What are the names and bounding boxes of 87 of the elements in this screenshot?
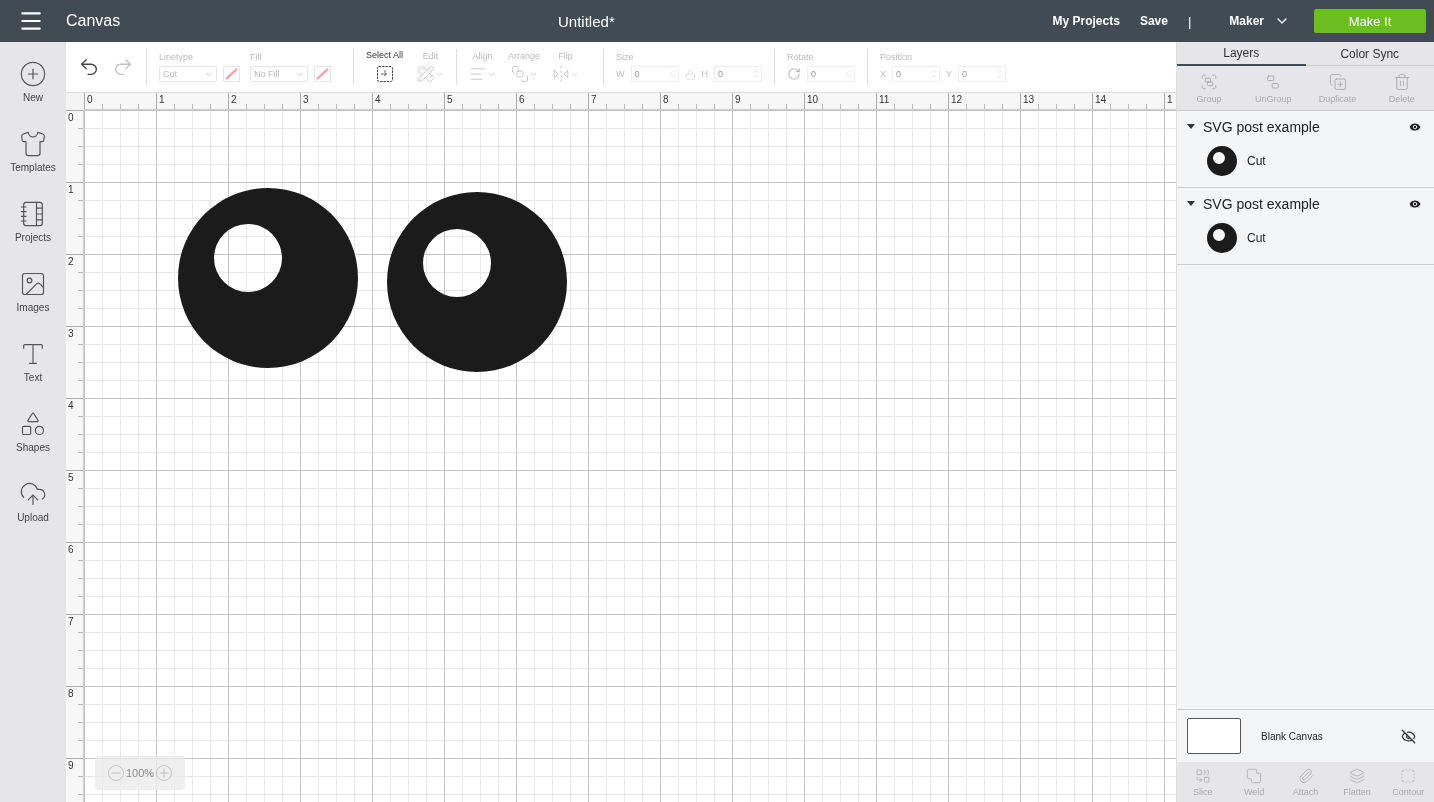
ruler-number: 6 [68, 544, 74, 555]
layer-name: SVG post example [1203, 119, 1321, 135]
dashed-square-icon [1400, 767, 1417, 784]
select-all-button[interactable] [374, 64, 395, 84]
lock-icon[interactable] [684, 68, 696, 80]
ruler-number: 2 [231, 94, 237, 105]
tool-label: Align [472, 51, 493, 61]
ruler-number: 12 [951, 94, 963, 105]
ruler-number: 4 [375, 94, 381, 105]
eye-icon[interactable] [1408, 120, 1422, 134]
layer-item-name: Cut [1247, 154, 1266, 168]
tool-label: Arrange [508, 51, 541, 61]
sidebar-item[interactable]: Projects [1, 200, 65, 256]
color-swatch[interactable] [314, 66, 331, 82]
ruler-number: 8 [663, 94, 669, 105]
header-link[interactable]: Save [1139, 14, 1168, 28]
blank-canvas-label: Blank Canvas [1261, 730, 1324, 742]
ruler-number: 7 [68, 616, 74, 627]
make-it-button[interactable]: Make It [1314, 9, 1426, 33]
ruler-number: 5 [447, 94, 453, 105]
sidebar-item[interactable]: Shapes [1, 410, 65, 466]
union-icon [1246, 767, 1263, 784]
zoom-level: 100% [125, 767, 155, 779]
app-title: Canvas [66, 12, 121, 30]
tool-label: Flip [558, 51, 573, 61]
tool-label: Size [616, 52, 635, 62]
ruler-number: 6 [519, 94, 525, 105]
layer-item-name: Cut [1247, 231, 1266, 245]
eye-icon[interactable] [1408, 197, 1422, 211]
machine-dropdown[interactable]: Maker [1229, 13, 1290, 29]
sidebar-item[interactable]: Templates [1, 130, 65, 186]
header-link[interactable]: My Projects [1052, 14, 1120, 28]
image-icon [19, 270, 47, 298]
tool-label: Fill [250, 52, 263, 62]
tool-label: Select All [366, 50, 404, 60]
ruler-number: 10 [807, 94, 819, 105]
field-label: H [701, 69, 709, 79]
ruler-number: 3 [303, 94, 309, 105]
field-label: X [880, 69, 887, 79]
shapes-icon [19, 410, 47, 438]
ruler-number: 9 [68, 760, 74, 771]
separator: | [1187, 13, 1192, 29]
ruler-number: 9 [735, 94, 741, 105]
ruler-number: 8 [68, 688, 74, 699]
ruler-number: 2 [68, 256, 74, 267]
ruler-number: 5 [68, 472, 74, 483]
ruler-number: 3 [68, 328, 74, 339]
paperclip-icon [1297, 767, 1314, 784]
layers-icon [1348, 767, 1365, 784]
tool-label: Edit [422, 51, 439, 61]
layer-name: SVG post example [1203, 196, 1321, 212]
ruler-number: 0 [68, 112, 74, 123]
ring-shape [1207, 223, 1237, 253]
ruler-number: 1 [159, 94, 165, 105]
cloud-upload-icon [19, 480, 47, 508]
caret-down-icon[interactable] [1187, 201, 1195, 207]
group-icon [1200, 72, 1219, 91]
tool-label: Position [880, 52, 914, 62]
ruler-number: 4 [68, 400, 74, 411]
shirt-icon [19, 130, 47, 158]
ruler-number: 14 [1095, 94, 1107, 105]
ruler-number: 1 [1167, 94, 1173, 105]
ruler-number: 11 [879, 94, 890, 105]
sidebar-item[interactable]: Upload [1, 480, 65, 536]
color-swatch[interactable] [223, 66, 240, 82]
ring-shape [1207, 146, 1237, 176]
document-title: Untitled* [557, 12, 616, 30]
copy-icon [1328, 72, 1347, 91]
rotate-icon [787, 67, 802, 81]
tool-label: Linetype [159, 52, 195, 62]
ruler-number: 7 [591, 94, 597, 105]
undo-button[interactable] [78, 56, 100, 78]
sidebar-item[interactable]: New [1, 60, 65, 116]
canvas-thumbnail[interactable] [1187, 718, 1241, 754]
field-label: W [616, 69, 625, 79]
sidebar-item[interactable]: Images [1, 270, 65, 326]
plus-circle-icon [19, 60, 47, 88]
ruler-number: 13 [1023, 94, 1035, 105]
trash-icon [1392, 72, 1411, 91]
sidebar-item[interactable]: Text [1, 340, 65, 396]
ruler-number: 0 [87, 94, 93, 105]
ruler-number: 1 [68, 184, 74, 195]
caret-down-icon[interactable] [1187, 124, 1195, 130]
eye-off-icon[interactable] [1401, 728, 1416, 744]
layer-item[interactable]: Cut [1177, 143, 1434, 179]
tool-label: Rotate [787, 52, 815, 62]
layer-item[interactable]: Cut [1177, 220, 1434, 256]
